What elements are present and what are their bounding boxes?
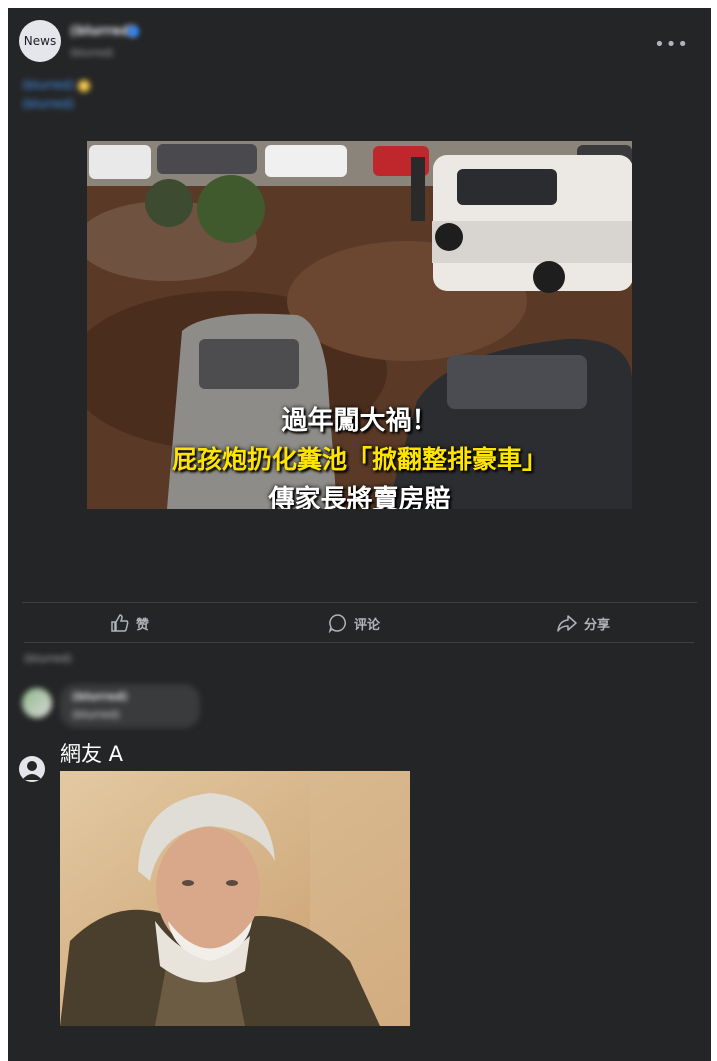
divider xyxy=(22,602,697,603)
share-button[interactable]: 分享 xyxy=(556,604,610,642)
comment-author[interactable]: (blurred) xyxy=(72,690,128,703)
post-text: (blurred) (blurred) xyxy=(22,76,542,114)
reply-image-portrait xyxy=(60,771,410,1026)
like-button[interactable]: 赞 xyxy=(110,604,149,642)
user-icon xyxy=(19,756,45,782)
avatar[interactable] xyxy=(22,688,52,718)
more-icon[interactable]: ••• xyxy=(654,34,689,55)
share-icon xyxy=(557,615,577,632)
post-card: News (blurred) (blurred) ••• (blurred) (… xyxy=(8,8,711,1061)
comment-button[interactable]: 评论 xyxy=(328,604,380,642)
post-text-line2[interactable]: (blurred) xyxy=(22,95,542,114)
page-name[interactable]: (blurred) xyxy=(70,24,136,39)
post-text-line1: (blurred) xyxy=(22,78,75,92)
page-avatar[interactable]: News xyxy=(19,20,61,62)
divider xyxy=(24,642,694,643)
post-timestamp[interactable]: (blurred) xyxy=(70,48,114,59)
comment-sort-dropdown[interactable]: (blurred) xyxy=(24,652,72,665)
like-icon xyxy=(111,614,129,632)
verified-badge-icon xyxy=(128,26,139,37)
emoji-icon xyxy=(78,79,91,92)
like-label: 赞 xyxy=(136,617,150,633)
news-photo[interactable]: 過年闖大禍！ 屁孩炮扔化糞池「掀翻整排豪車」 傳家長將賣房賠 xyxy=(87,141,632,509)
reply-image[interactable] xyxy=(60,771,410,1026)
comment-text: (blurred) xyxy=(72,708,120,721)
action-bar: 赞 评论 分享 xyxy=(22,604,694,642)
caption-line2: 屁孩炮扔化糞池「掀翻整排豪車」 xyxy=(171,445,547,474)
share-label: 分享 xyxy=(584,617,611,633)
reply-author: 網友 A xyxy=(60,742,124,766)
caption-line1: 過年闖大禍！ xyxy=(281,406,438,436)
comment-icon xyxy=(328,614,346,633)
page-avatar-text: News xyxy=(23,34,57,48)
caption-line3: 傳家長將賣房賠 xyxy=(268,485,451,509)
comment-label: 评论 xyxy=(354,617,381,633)
